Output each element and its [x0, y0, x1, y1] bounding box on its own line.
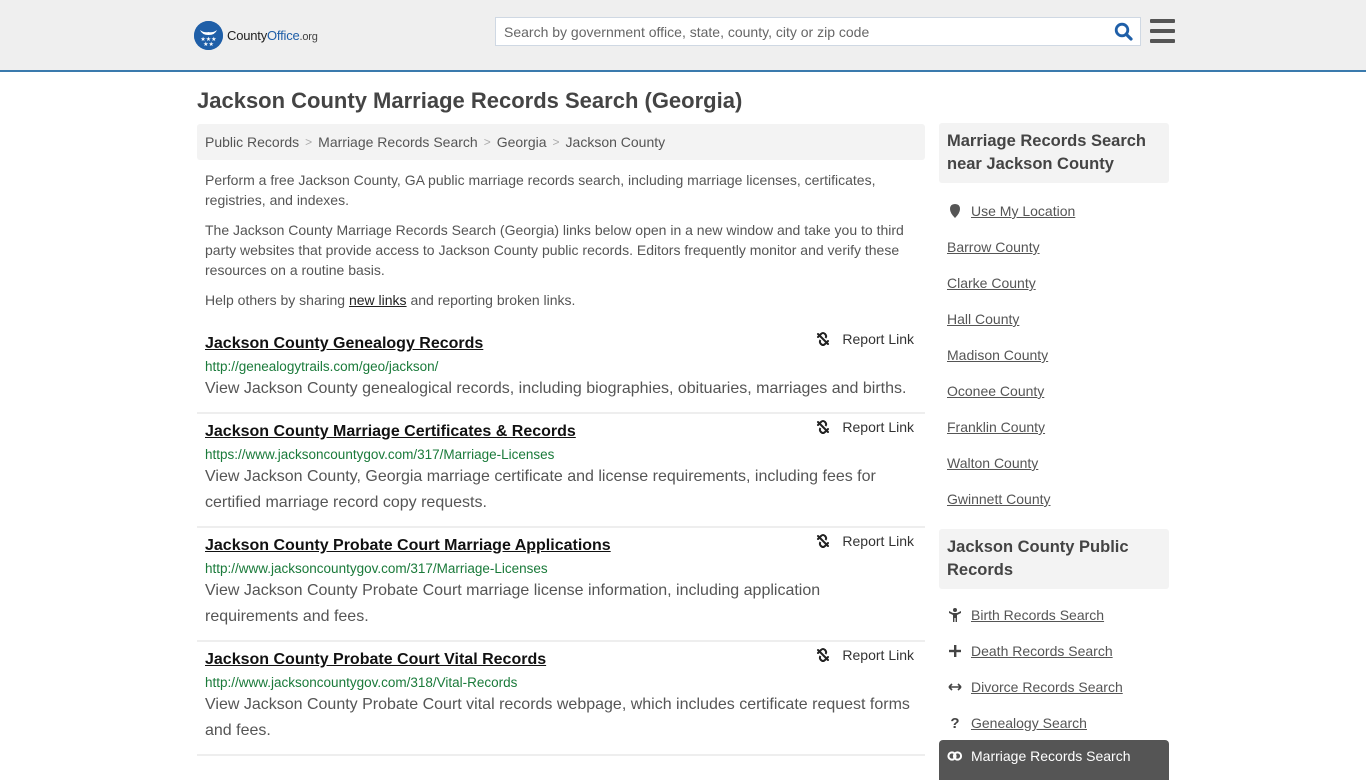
nearby-county-item: Walton County [947, 445, 1161, 481]
report-link-button[interactable]: Report Link [815, 331, 914, 347]
county-link-franklin[interactable]: Franklin County [947, 419, 1045, 435]
county-link-clarke[interactable]: Clarke County [947, 275, 1036, 291]
breadcrumb-georgia[interactable]: Georgia [497, 134, 547, 150]
county-link-hall[interactable]: Hall County [947, 311, 1019, 327]
result-item: Jackson County Genealogy Records Report … [197, 326, 925, 414]
site-header: ★★★ ★★ CountyOffice.org [0, 0, 1366, 72]
county-link-barrow[interactable]: Barrow County [947, 239, 1040, 255]
question-icon: ? [950, 714, 960, 732]
result-description: View Jackson County Probate Court vital … [205, 696, 910, 739]
report-link-button[interactable]: Report Link [815, 419, 914, 435]
breadcrumb-marriage-records-search[interactable]: Marriage Records Search [318, 134, 478, 150]
search-icon [1114, 22, 1133, 41]
logo-text: CountyOffice.org [227, 27, 318, 43]
breadcrumb-public-records[interactable]: Public Records [205, 134, 299, 150]
page-title: Jackson County Marriage Records Search (… [197, 88, 743, 113]
result-url[interactable]: http://www.jacksoncountygov.com/318/Vita… [205, 673, 917, 692]
nearby-list: Use My Location Barrow County Clarke Cou… [939, 183, 1169, 517]
site-logo[interactable]: ★★★ ★★ CountyOffice.org [194, 20, 318, 50]
county-link-oconee[interactable]: Oconee County [947, 383, 1044, 399]
child-icon [947, 608, 963, 622]
intro-paragraph-2: The Jackson County Marriage Records Sear… [205, 222, 904, 278]
result-title-link[interactable]: Jackson County Genealogy Records [205, 333, 483, 355]
result-title-link[interactable]: Jackson County Marriage Certificates & R… [205, 421, 576, 443]
breadcrumb-separator: > [552, 135, 560, 149]
genealogy-search-link[interactable]: Genealogy Search [971, 715, 1087, 731]
intro-paragraph-1: Perform a free Jackson County, GA public… [205, 172, 876, 208]
nearby-county-item: Franklin County [947, 409, 1161, 445]
public-record-item: Divorce Records Search [947, 669, 1161, 705]
nearby-county-item: Oconee County [947, 373, 1161, 409]
result-item: Jackson County Marriage Certificates & R… [197, 414, 925, 528]
death-records-link[interactable]: Death Records Search [971, 643, 1113, 659]
county-link-walton[interactable]: Walton County [947, 455, 1038, 471]
broken-link-icon [817, 648, 830, 662]
intro-text: Perform a free Jackson County, GA public… [205, 170, 917, 320]
public-records-list: Birth Records Search Death Records Searc… [939, 589, 1169, 741]
divorce-records-link[interactable]: Divorce Records Search [971, 679, 1123, 695]
new-links-link[interactable]: new links [349, 292, 407, 308]
nearby-county-item: Barrow County [947, 229, 1161, 265]
breadcrumb-separator: > [305, 135, 313, 149]
nearby-county-item: Clarke County [947, 265, 1161, 301]
result-description: View Jackson County, Georgia marriage ce… [205, 468, 876, 511]
intro-paragraph-3: Help others by sharing new links and rep… [205, 292, 576, 308]
active-item-label: Marriage Records Search [971, 748, 1131, 764]
broken-link-icon [817, 420, 830, 434]
svg-text:★★: ★★ [203, 41, 214, 48]
public-record-item: Death Records Search [947, 633, 1161, 669]
report-link-button[interactable]: Report Link [815, 647, 914, 663]
arrows-horizontal-icon [947, 682, 963, 692]
use-location-item: Use My Location [947, 193, 1161, 229]
county-link-madison[interactable]: Madison County [947, 347, 1048, 363]
result-description: View Jackson County Probate Court marria… [205, 582, 821, 625]
nearby-heading: Marriage Records Search near Jackson Cou… [939, 123, 1169, 183]
result-item: Jackson County Probate Court Marriage Ap… [197, 528, 925, 642]
result-url[interactable]: http://genealogytrails.com/geo/jackson/ [205, 357, 917, 376]
broken-link-icon [817, 332, 830, 346]
results-list: Jackson County Genealogy Records Report … [197, 326, 925, 756]
active-marriage-records-item[interactable]: Marriage Records Search [939, 740, 1169, 780]
breadcrumb-separator: > [483, 135, 491, 149]
breadcrumb: Public Records > Marriage Records Search… [197, 124, 925, 160]
public-record-item: Birth Records Search [947, 597, 1161, 633]
search-button[interactable] [1106, 18, 1140, 45]
nearby-county-item: Gwinnett County [947, 481, 1161, 517]
result-url[interactable]: https://www.jacksoncountygov.com/317/Mar… [205, 445, 917, 464]
map-marker-icon [947, 204, 963, 218]
result-item: Jackson County Probate Court Vital Recor… [197, 642, 925, 756]
result-title-link[interactable]: Jackson County Probate Court Vital Recor… [205, 649, 546, 671]
eagle-stars-icon: ★★★ ★★ [194, 20, 223, 50]
hamburger-menu-icon[interactable] [1150, 19, 1175, 43]
result-url[interactable]: http://www.jacksoncountygov.com/317/Marr… [205, 559, 917, 578]
nearby-county-item: Madison County [947, 337, 1161, 373]
county-link-gwinnett[interactable]: Gwinnett County [947, 491, 1051, 507]
nearby-county-item: Hall County [947, 301, 1161, 337]
public-records-heading: Jackson County Public Records [939, 529, 1169, 589]
result-title-link[interactable]: Jackson County Probate Court Marriage Ap… [205, 535, 611, 557]
birth-records-link[interactable]: Birth Records Search [971, 607, 1104, 623]
use-my-location-link[interactable]: Use My Location [971, 203, 1075, 219]
breadcrumb-jackson-county[interactable]: Jackson County [566, 134, 666, 150]
broken-link-icon [817, 534, 830, 548]
search-form [495, 17, 1141, 46]
search-input[interactable] [496, 18, 1106, 45]
result-description: View Jackson County genealogical records… [205, 380, 907, 397]
sidebar: Marriage Records Search near Jackson Cou… [939, 123, 1169, 780]
report-link-button[interactable]: Report Link [815, 533, 914, 549]
cross-icon [947, 645, 963, 657]
public-record-item: ? Genealogy Search [947, 705, 1161, 741]
rings-icon [947, 748, 963, 764]
